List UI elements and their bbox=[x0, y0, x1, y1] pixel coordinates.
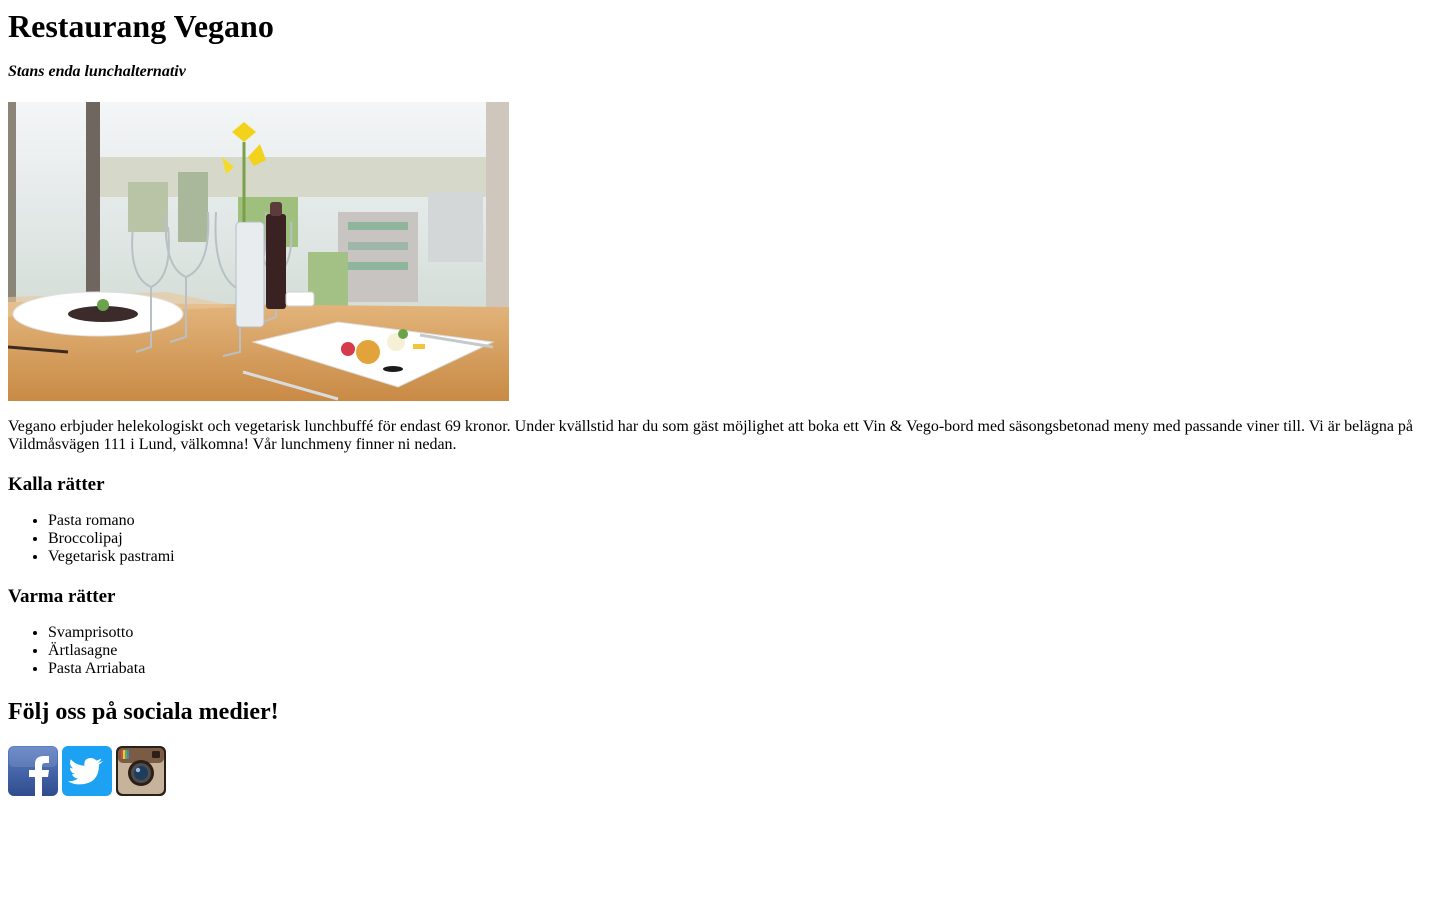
list-item: Broccolipaj bbox=[48, 530, 1432, 548]
list-item: Pasta romano bbox=[48, 512, 1432, 530]
cold-dishes-heading: Kalla rätter bbox=[8, 474, 105, 495]
twitter-icon bbox=[62, 746, 112, 796]
intro-text: Vegano erbjuder helekologiskt och vegeta… bbox=[8, 418, 1414, 453]
list-item: Pasta Arriabata bbox=[48, 660, 1432, 678]
list-item: Svamprisotto bbox=[48, 624, 1432, 642]
cold-dishes-list: Pasta romano Broccolipaj Vegetarisk past… bbox=[8, 512, 1432, 566]
hero-image bbox=[7, 102, 509, 401]
list-item: Vegetarisk pastrami bbox=[48, 548, 1432, 566]
instagram-icon bbox=[116, 746, 166, 796]
facebook-icon bbox=[8, 746, 58, 796]
page-title: Restaurang Vegano bbox=[8, 8, 274, 44]
instagram-link[interactable] bbox=[116, 746, 166, 796]
twitter-link[interactable] bbox=[62, 746, 112, 796]
social-links bbox=[8, 746, 1432, 796]
social-heading: Följ oss på sociala medier! bbox=[8, 699, 279, 725]
warm-dishes-list: Svamprisotto Ärtlasagne Pasta Arriabata bbox=[8, 624, 1432, 678]
list-item: Ärtlasagne bbox=[48, 642, 1432, 660]
facebook-link[interactable] bbox=[8, 746, 58, 796]
tagline: Stans enda lunchalternativ bbox=[8, 63, 186, 80]
warm-dishes-heading: Varma rätter bbox=[8, 586, 116, 607]
